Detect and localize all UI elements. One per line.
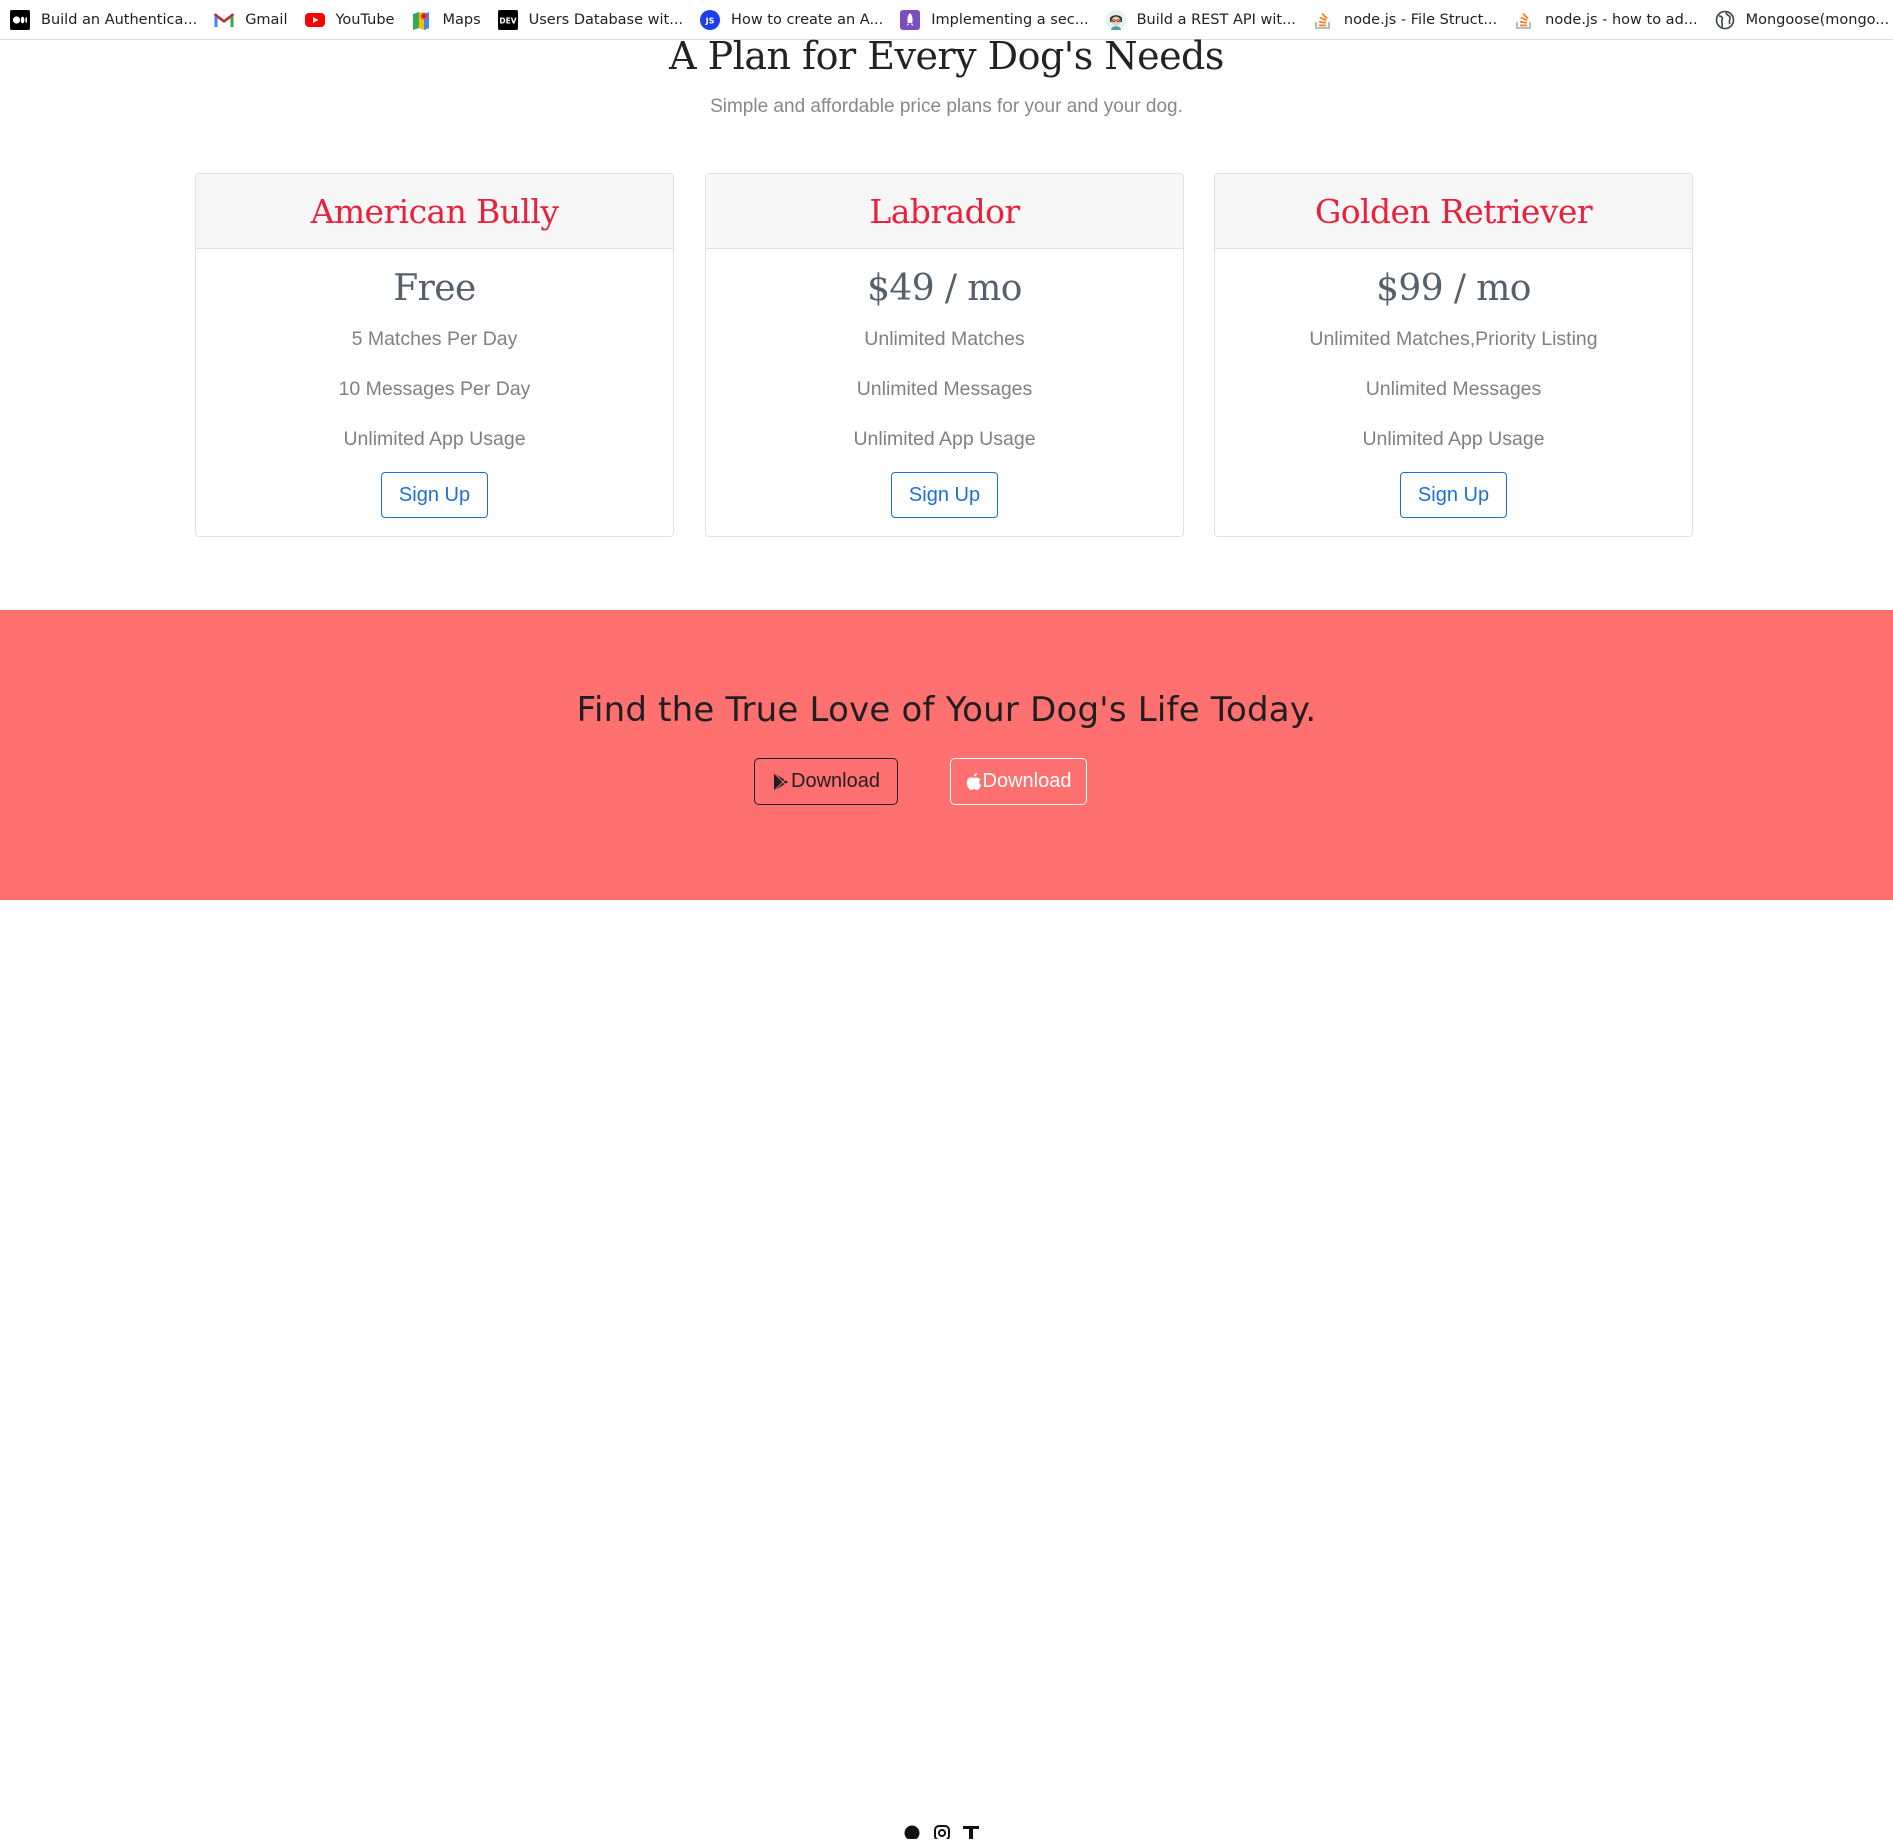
- plan-price: $99 / mo: [1376, 268, 1531, 309]
- bookmark-maps[interactable]: Maps: [411, 10, 481, 30]
- pricing-title: A Plan for Every Dog's Needs: [669, 34, 1224, 78]
- plan-price: $49 / mo: [867, 268, 1022, 309]
- footer: [0, 900, 1893, 1841]
- plan-card-labrador: Labrador $49 / mo Unlimited Matches Unli…: [705, 173, 1184, 537]
- google-play-download-button[interactable]: Download: [754, 758, 898, 805]
- bookmark-label: Users Database wit...: [528, 11, 684, 28]
- rocket-icon: [900, 9, 921, 30]
- apple-icon: [966, 772, 982, 791]
- sign-up-button[interactable]: Sign Up: [890, 472, 999, 518]
- stackoverflow-icon: [1313, 10, 1333, 30]
- plan-name: Labrador: [706, 174, 1183, 249]
- globe-icon: [1715, 10, 1735, 30]
- download-label: Download: [791, 770, 880, 792]
- bookmark-label: node.js - how to ad...: [1545, 11, 1698, 28]
- cta-title: Find the True Love of Your Dog's Life To…: [576, 690, 1317, 730]
- plan-feature: Unlimited Matches,Priority Listing: [1309, 328, 1598, 350]
- plan-name: Golden Retriever: [1215, 174, 1692, 249]
- bookmark-label: Build a REST API wit...: [1136, 11, 1296, 28]
- google-play-icon: [772, 772, 790, 792]
- sign-up-button[interactable]: Sign Up: [380, 472, 489, 518]
- tumblr-icon[interactable]: [963, 1824, 979, 1839]
- bookmark-stackoverflow-2[interactable]: node.js - how to ad...: [1514, 10, 1698, 30]
- facebook-icon[interactable]: [904, 1824, 920, 1841]
- bookmark-label: YouTube: [335, 11, 395, 28]
- bookmark-label: Build an Authentica...: [41, 11, 198, 28]
- bookmark-js[interactable]: JS How to create an A...: [700, 9, 884, 30]
- plan-feature: 5 Matches Per Day: [351, 328, 518, 350]
- cta-section: Find the True Love of Your Dog's Life To…: [0, 610, 1893, 900]
- bookmark-dev[interactable]: DEV Users Database wit...: [497, 9, 684, 30]
- plan-feature: Unlimited App Usage: [853, 428, 1036, 450]
- sign-up-button[interactable]: Sign Up: [1399, 472, 1508, 518]
- svg-text:JS: JS: [705, 16, 715, 25]
- bookmark-label: Implementing a sec...: [931, 11, 1089, 28]
- plan-feature: Unlimited Messages: [856, 378, 1033, 400]
- plan-card-american-bully: American Bully Free 5 Matches Per Day 10…: [195, 173, 674, 537]
- instagram-icon[interactable]: [934, 1824, 950, 1841]
- bookmark-label: How to create an A...: [731, 11, 884, 28]
- bookmark-label: Maps: [442, 11, 481, 28]
- youtube-icon: [304, 10, 325, 30]
- bookmark-rocket[interactable]: Implementing a sec...: [900, 9, 1089, 30]
- js-icon: JS: [700, 9, 721, 30]
- bookmark-label: Mongoose(mongo...: [1745, 11, 1890, 28]
- plan-feature: Unlimited Matches: [864, 328, 1025, 350]
- bookmark-youtube[interactable]: YouTube: [304, 10, 395, 30]
- bookmark-label: node.js - File Struct...: [1343, 11, 1498, 28]
- plan-card-golden-retriever: Golden Retriever $99 / mo Unlimited Matc…: [1214, 173, 1693, 537]
- plan-feature: Unlimited Messages: [1365, 378, 1542, 400]
- dev-icon: DEV: [497, 9, 518, 30]
- avatar-icon: [1105, 9, 1126, 30]
- plan-price: Free: [393, 268, 476, 309]
- download-label: Download: [982, 770, 1072, 792]
- plan-name: American Bully: [196, 174, 673, 249]
- bookmark-rest-api[interactable]: Build a REST API wit...: [1105, 9, 1296, 30]
- plan-feature: Unlimited App Usage: [1362, 428, 1545, 450]
- svg-text:DEV: DEV: [499, 16, 516, 25]
- plan-feature: Unlimited App Usage: [343, 428, 526, 450]
- bookmark-medium[interactable]: Build an Authentica...: [10, 9, 198, 30]
- plan-feature: 10 Messages Per Day: [338, 378, 531, 400]
- bookmark-label: Gmail: [245, 11, 288, 28]
- gmail-icon: [214, 10, 235, 30]
- bookmark-gmail[interactable]: Gmail: [214, 10, 288, 30]
- medium-icon: [10, 9, 30, 30]
- pricing-subtitle: Simple and affordable price plans for yo…: [710, 96, 1183, 117]
- bookmark-mongoose[interactable]: Mongoose(mongo...: [1715, 10, 1890, 30]
- apple-download-button[interactable]: Download: [950, 758, 1087, 805]
- maps-icon: [411, 10, 431, 30]
- bookmark-stackoverflow-1[interactable]: node.js - File Struct...: [1313, 10, 1497, 30]
- stackoverflow-icon: [1514, 10, 1534, 30]
